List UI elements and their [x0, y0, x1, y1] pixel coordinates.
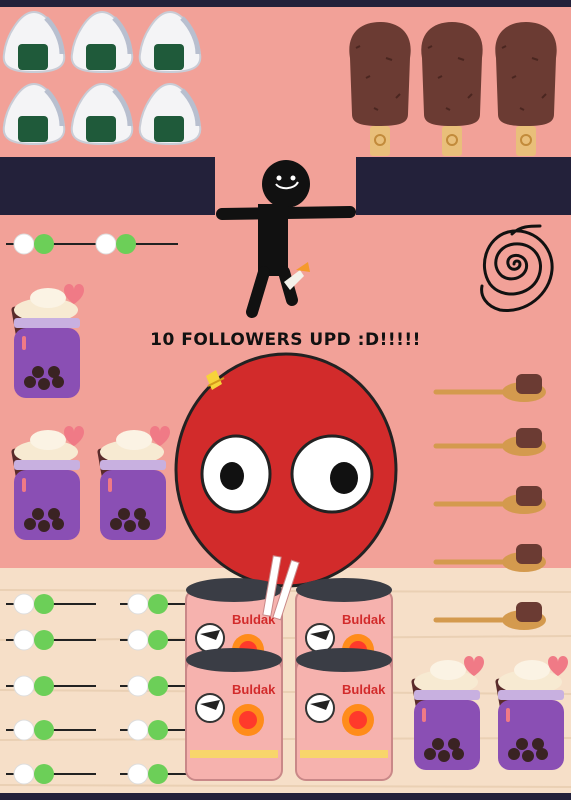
right-shelf	[356, 157, 571, 215]
artwork-canvas: Buldak	[0, 0, 571, 800]
ice-cream-bar-icon	[348, 21, 558, 157]
caption-text: 10 FOLLOWERS UPD :D!!!!!	[150, 330, 421, 350]
scene: Buldak	[0, 0, 571, 800]
bottom-border	[0, 793, 571, 800]
left-shelf	[0, 157, 215, 215]
top-border	[0, 0, 571, 7]
red-ball-character-icon	[174, 352, 398, 588]
